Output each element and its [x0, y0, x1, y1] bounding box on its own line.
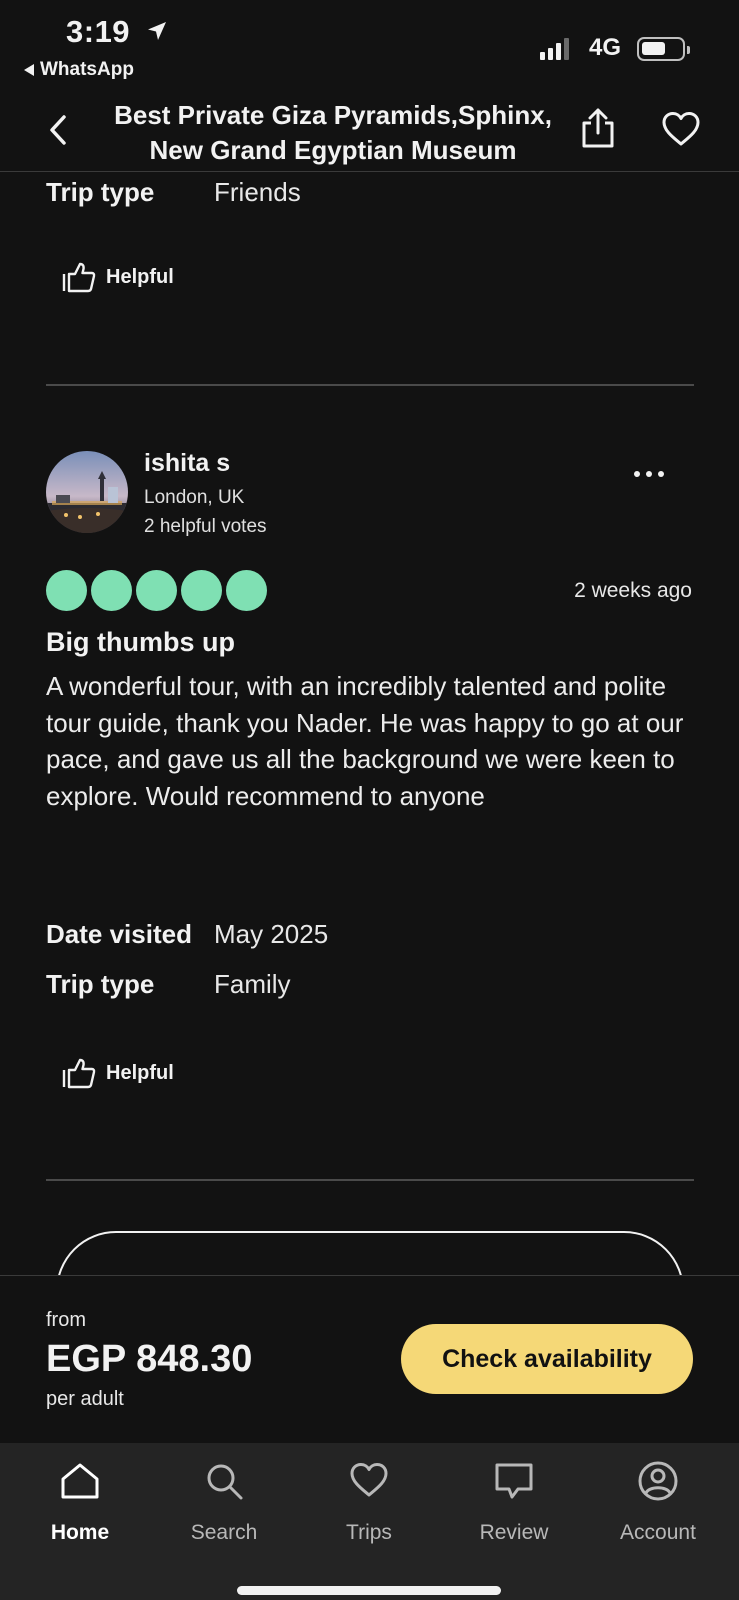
page-title: Best Private Giza Pyramids,Sphinx, New G… [114, 100, 552, 165]
prev-helpful-button[interactable]: Helpful [62, 261, 174, 293]
date-visited-label: Date visited [46, 919, 192, 949]
divider [46, 1179, 694, 1181]
avatar[interactable] [46, 451, 128, 533]
prev-trip-type-row: Trip type Friends [46, 177, 301, 208]
user-circle-icon [638, 1461, 678, 1501]
page-header: Best Private Giza Pyramids,Sphinx, New G… [0, 92, 739, 172]
rating-bubble [136, 570, 177, 611]
review-body: A wonderful tour, with an incredibly tal… [46, 671, 684, 811]
reviews-list: Trip type Friends Helpful ishita s Londo… [0, 173, 739, 1275]
back-app-label: WhatsApp [40, 59, 134, 80]
heart-icon [350, 1463, 388, 1497]
price-bar: from EGP 848.30 per adult Check availabi… [0, 1275, 739, 1443]
nav-label: Trips [346, 1521, 392, 1544]
share-icon[interactable] [578, 106, 618, 150]
check-availability-button[interactable]: Check availability [401, 1324, 693, 1394]
nav-label: Review [479, 1521, 549, 1544]
reviewer-name[interactable]: ishita s [144, 449, 230, 478]
trip-type-label: Trip type [46, 969, 155, 999]
reviewer-location: London, UK [144, 487, 245, 508]
rating-bubbles [46, 570, 267, 611]
rating-bubble [181, 570, 222, 611]
more-options-icon[interactable] [634, 471, 664, 477]
nav-label: Account [620, 1521, 696, 1544]
date-visited-value: May 2025 [214, 919, 329, 949]
review-time-ago: 2 weeks ago [574, 579, 692, 602]
review-title: Big thumbs up [46, 627, 235, 657]
battery-icon [637, 37, 690, 61]
thumbs-up-icon [62, 262, 96, 293]
location-arrow-icon [148, 22, 166, 40]
trip-type-value: Friends [214, 177, 301, 207]
status-time: 3:19 [66, 14, 131, 49]
network-type: 4G [589, 34, 622, 61]
helpful-label: Helpful [106, 1061, 174, 1084]
bottom-nav: Home Search Trips Review Account [0, 1443, 739, 1600]
heart-icon[interactable] [660, 110, 702, 148]
helpful-label: Helpful [106, 265, 174, 288]
date-visited-row: Date visited May 2025 [46, 919, 328, 950]
nav-item-review[interactable]: Review [454, 1459, 574, 1545]
price-from-label: from [46, 1309, 86, 1331]
rating-bubble [46, 570, 87, 611]
divider [46, 384, 694, 386]
status-bar: 3:19 WhatsApp 4G [0, 0, 739, 92]
trip-type-label: Trip type [46, 177, 155, 207]
cellular-signal-icon [540, 38, 569, 60]
speech-bubble-icon [495, 1463, 533, 1499]
nav-item-search[interactable]: Search [164, 1459, 284, 1545]
nav-item-account[interactable]: Account [598, 1459, 718, 1545]
thumbs-up-icon [62, 1058, 96, 1089]
back-to-app-link[interactable]: WhatsApp [24, 59, 134, 81]
trip-type-row: Trip type Family [46, 969, 291, 1000]
chevron-left-icon[interactable] [44, 110, 74, 150]
home-indicator[interactable] [237, 1586, 501, 1595]
nav-label: Home [50, 1521, 110, 1544]
back-triangle-icon [24, 64, 34, 76]
trip-type-value: Family [214, 969, 291, 999]
rating-bubble [226, 570, 267, 611]
nav-label: Search [190, 1521, 258, 1544]
rating-bubble [91, 570, 132, 611]
helpful-button[interactable]: Helpful [62, 1057, 174, 1089]
avatar-image [46, 451, 128, 533]
nav-item-home[interactable]: Home [20, 1459, 140, 1545]
price-value: EGP 848.30 [46, 1338, 253, 1380]
nav-item-trips[interactable]: Trips [309, 1459, 429, 1545]
home-icon [61, 1463, 99, 1499]
reviewer-helpful-votes: 2 helpful votes [144, 516, 267, 537]
next-card-outline[interactable] [56, 1231, 684, 1275]
price-per-label: per adult [46, 1388, 124, 1410]
search-icon [207, 1464, 243, 1500]
